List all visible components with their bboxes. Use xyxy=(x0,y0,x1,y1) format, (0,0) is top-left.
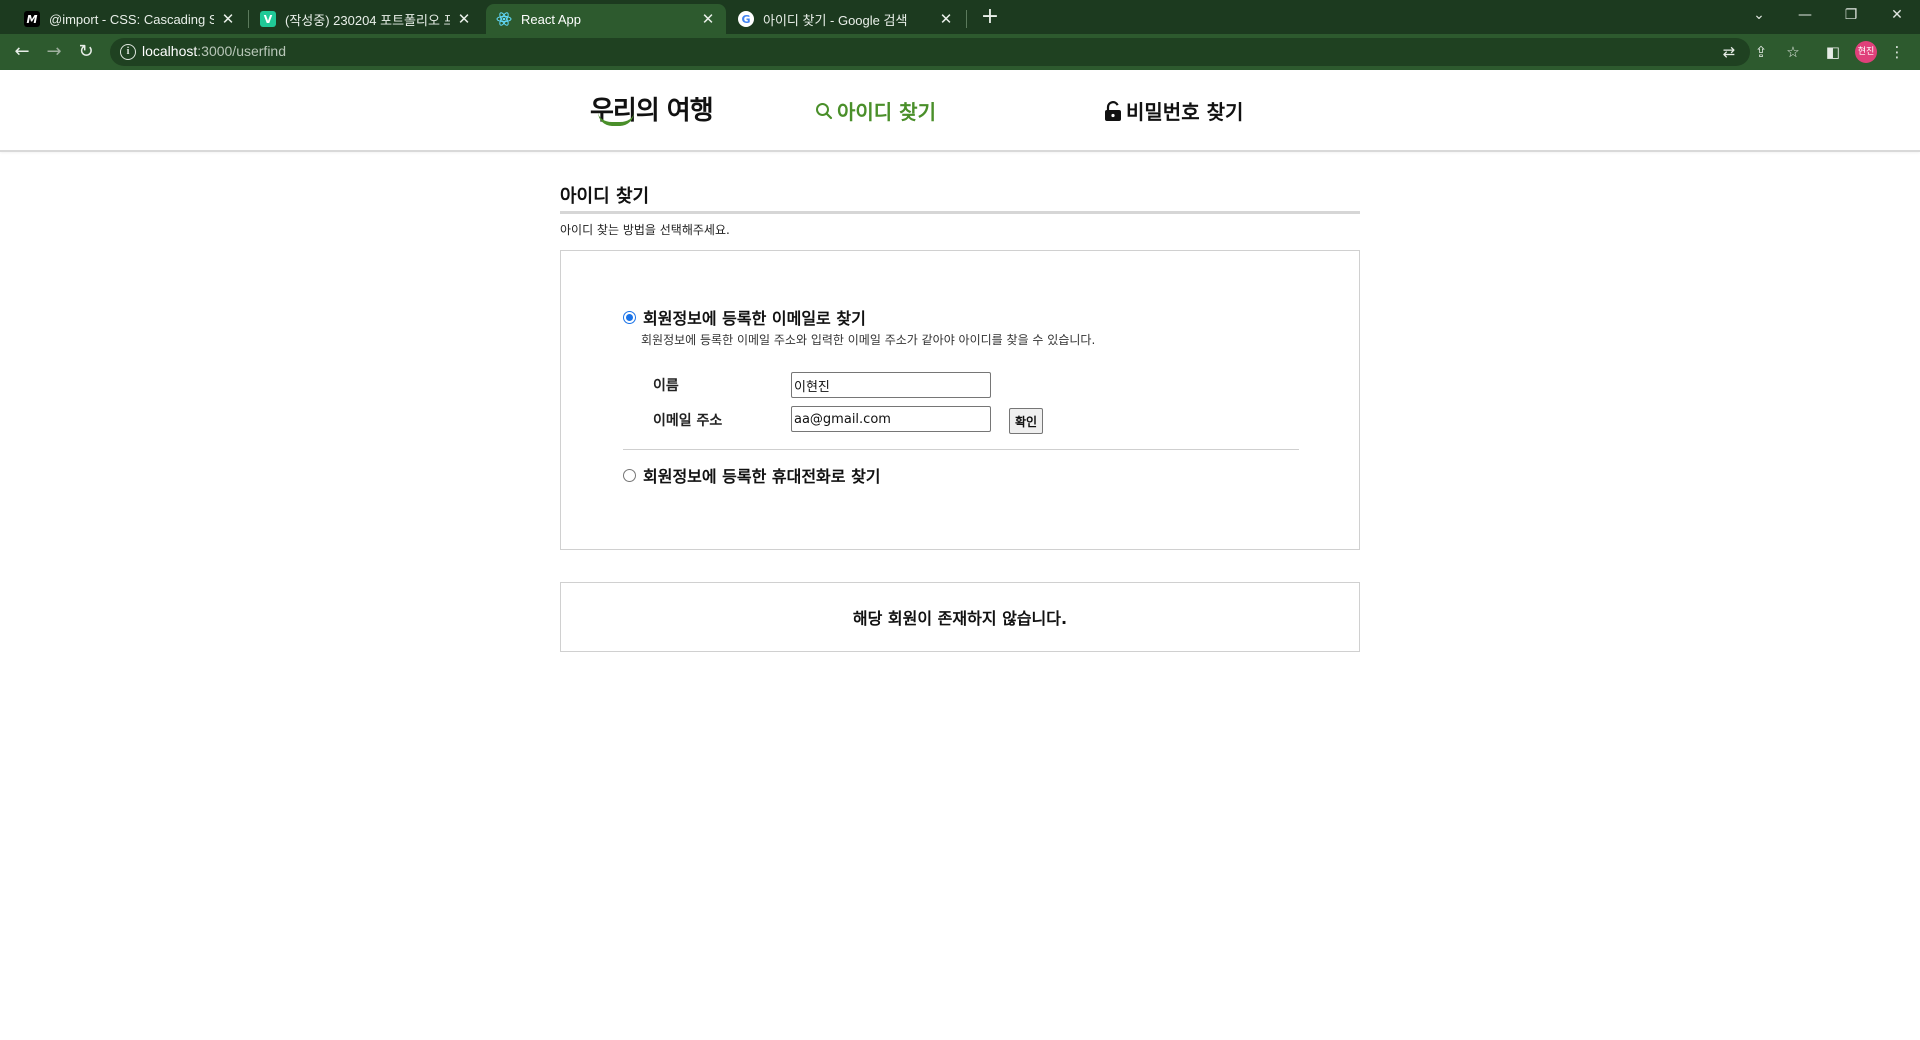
phone-option-radio[interactable] xyxy=(623,468,636,482)
site-info-icon[interactable]: i xyxy=(120,44,136,60)
name-label: 이름 xyxy=(653,378,679,394)
back-arrow-icon[interactable]: ← xyxy=(10,40,34,64)
close-icon[interactable]: ✕ xyxy=(220,10,236,28)
velog-favicon-icon: V xyxy=(260,11,276,27)
option-divider xyxy=(623,449,1299,450)
result-message: 해당 회원이 존재하지 않습니다. xyxy=(852,609,1068,628)
browser-tab-bar: M @import - CSS: Cascading Style ✕ V (작성… xyxy=(0,0,1920,34)
page-viewport: 우리의 여행 아이디 찾기 비밀번호 찾기 아이디 찾기 아이디 찾는 방법을 … xyxy=(0,70,1920,1040)
nav-find-password-link[interactable]: 비밀번호 찾기 xyxy=(1104,96,1243,125)
email-option-help: 회원정보에 등록한 이메일 주소와 입력한 이메일 주소가 같아야 아이디를 찾… xyxy=(641,333,1096,347)
mdn-favicon-icon: M xyxy=(24,11,40,27)
window-close-icon[interactable]: ✕ xyxy=(1874,0,1920,30)
site-header: 우리의 여행 아이디 찾기 비밀번호 찾기 xyxy=(0,70,1920,152)
email-option-radio[interactable] xyxy=(623,310,636,324)
reload-icon[interactable]: ↻ xyxy=(74,40,98,64)
share-icon[interactable]: ⇪ xyxy=(1750,41,1772,63)
nav-find-id-link[interactable]: 아이디 찾기 xyxy=(815,96,936,125)
tab-search-chevron-icon[interactable]: ⌄ xyxy=(1736,0,1782,30)
translate-icon[interactable]: ⇄ xyxy=(1718,41,1740,63)
email-option-label: 회원정보에 등록한 이메일로 찾기 xyxy=(643,309,866,328)
search-icon xyxy=(816,102,833,119)
unlock-icon xyxy=(1105,100,1121,121)
tab-separator xyxy=(966,10,967,28)
close-icon[interactable]: ✕ xyxy=(938,10,954,28)
browser-tab-react-app[interactable]: React App ✕ xyxy=(486,4,726,34)
forward-arrow-icon[interactable]: → xyxy=(42,40,66,64)
minimize-icon[interactable]: — xyxy=(1782,0,1828,30)
browser-tab-mdn[interactable]: M @import - CSS: Cascading Style ✕ xyxy=(14,4,246,34)
name-input[interactable] xyxy=(791,372,991,398)
result-message-box: 해당 회원이 존재하지 않습니다. xyxy=(560,582,1360,652)
email-label: 이메일 주소 xyxy=(653,413,723,429)
phone-find-option[interactable]: 회원정보에 등록한 휴대전화로 찾기 xyxy=(623,463,881,487)
google-favicon-icon: G xyxy=(738,11,754,27)
confirm-button[interactable]: 확인 xyxy=(1009,408,1043,434)
page-description: 아이디 찾는 방법을 선택해주세요. xyxy=(560,223,730,237)
tab-title: React App xyxy=(521,11,581,27)
tab-title: @import - CSS: Cascading Style xyxy=(49,11,214,27)
page-title: 아이디 찾기 xyxy=(560,182,1360,214)
more-menu-icon[interactable]: ⋮ xyxy=(1886,41,1908,63)
phone-option-label: 회원정보에 등록한 휴대전화로 찾기 xyxy=(643,467,881,486)
tab-title: (작성중) 230204 포트폴리오 프로 xyxy=(285,12,450,28)
find-method-box: 회원정보에 등록한 이메일로 찾기 회원정보에 등록한 이메일 주소와 입력한 … xyxy=(560,250,1360,550)
bookmark-star-icon[interactable]: ☆ xyxy=(1782,41,1804,63)
new-tab-plus-icon[interactable]: + xyxy=(976,5,1004,31)
address-url[interactable]: localhost:3000/userfind xyxy=(142,43,286,59)
tab-separator xyxy=(248,10,249,28)
find-id-section: 아이디 찾기 아이디 찾는 방법을 선택해주세요. 회원정보에 등록한 이메일로… xyxy=(560,182,1360,652)
side-panel-icon[interactable]: ◧ xyxy=(1822,41,1844,63)
address-bar[interactable]: i localhost:3000/userfind xyxy=(110,38,1750,66)
nav-find-password-label: 비밀번호 찾기 xyxy=(1126,100,1244,124)
close-icon[interactable]: ✕ xyxy=(700,10,716,28)
browser-toolbar: ← → ↻ i localhost:3000/userfind ⇄ ⇪ ☆ ◧ … xyxy=(0,34,1920,70)
email-input[interactable] xyxy=(791,406,991,432)
restore-icon[interactable]: ❐ xyxy=(1828,0,1874,30)
tab-title: 아이디 찾기 - Google 검색 xyxy=(763,12,908,28)
email-find-option[interactable]: 회원정보에 등록한 이메일로 찾기 xyxy=(623,305,866,329)
close-icon[interactable]: ✕ xyxy=(456,10,472,28)
profile-avatar[interactable]: 현진 xyxy=(1855,41,1877,63)
react-favicon-icon xyxy=(496,11,512,27)
browser-tab-google[interactable]: G 아이디 찾기 - Google 검색 ✕ xyxy=(728,4,964,34)
browser-tab-velog[interactable]: V (작성중) 230204 포트폴리오 프로 ✕ xyxy=(250,4,482,34)
nav-find-id-label: 아이디 찾기 xyxy=(837,100,936,124)
